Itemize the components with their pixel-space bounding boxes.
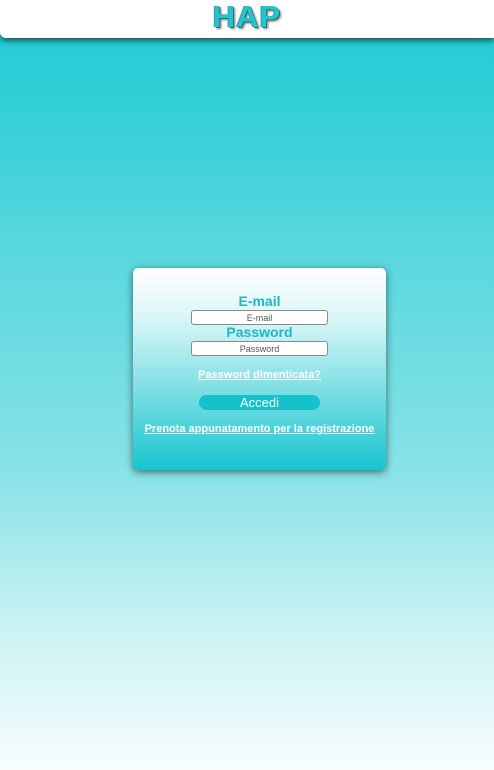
register-appointment-link[interactable]: Prenota appunatamento per la registrazio…: [133, 423, 386, 435]
email-label: E-mail: [238, 293, 281, 309]
login-card: E-mail Password Password dimenticata? Ac…: [133, 268, 386, 470]
password-field[interactable]: [191, 341, 328, 356]
login-button[interactable]: Accedi: [199, 395, 320, 410]
forgot-password-link[interactable]: Password dimenticata?: [133, 369, 386, 381]
top-header: HAP: [0, 0, 494, 38]
password-label: Password: [226, 324, 293, 340]
email-field[interactable]: [191, 310, 328, 325]
hap-logo: HAP: [212, 0, 282, 34]
